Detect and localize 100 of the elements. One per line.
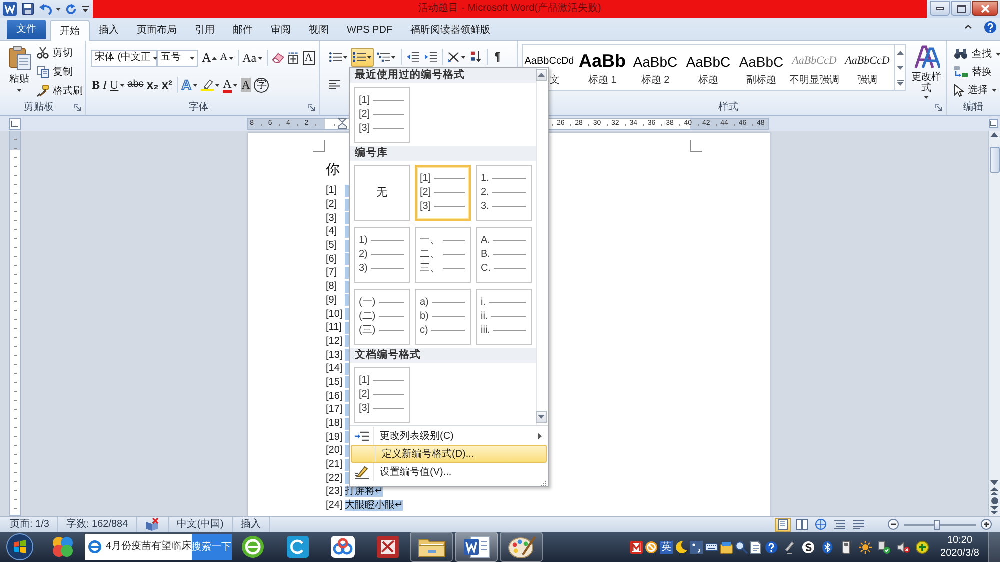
paste-button[interactable]: 粘贴 (6, 46, 33, 100)
prohibited-icon[interactable] (645, 540, 658, 554)
document-icon[interactable] (750, 540, 763, 554)
character-border-button[interactable]: A (302, 49, 316, 67)
clock-time[interactable]: 10:20 (947, 534, 973, 547)
ribbon-tab[interactable]: 邮件 (224, 20, 262, 40)
taskbar-button[interactable] (410, 532, 453, 562)
taskbar-button[interactable] (455, 532, 498, 562)
italic-button[interactable]: I (102, 76, 108, 94)
collapse-ribbon-icon[interactable] (965, 25, 972, 29)
scrollbar-thumb[interactable] (990, 147, 1000, 173)
style-preview[interactable]: AaBbCcD (845, 55, 890, 69)
ribbon-tab[interactable]: 视图 (300, 20, 338, 40)
zoom-in-icon[interactable] (981, 519, 992, 530)
sun-icon[interactable] (859, 540, 872, 554)
numbering-format-tile[interactable]: (一) (二) (三) (354, 289, 410, 345)
dialog-launcher-icon[interactable] (935, 104, 942, 111)
search-field[interactable]: 4月份疫苗有望临床 (85, 540, 192, 554)
dialog-launcher-icon[interactable] (74, 104, 81, 111)
pen-icon[interactable] (783, 540, 796, 554)
select-button[interactable]: 选择 (952, 81, 1000, 99)
ribbon-tab[interactable]: 审阅 (262, 20, 300, 40)
replace-button[interactable]: 替换 (952, 63, 1000, 81)
ribbon-tab[interactable]: WPS PDF (338, 20, 402, 40)
numbering-format-tile[interactable]: 1) 2) 3) (354, 227, 410, 283)
format-painter-button[interactable]: 格式刷 (35, 82, 85, 100)
style-name[interactable]: 标题 (698, 75, 718, 87)
ribbon-tab[interactable]: 页面布局 (128, 20, 186, 40)
search-button[interactable]: 搜索一下 (192, 534, 232, 560)
s-circle-icon[interactable] (802, 540, 815, 554)
numbering-button[interactable] (351, 48, 374, 66)
close-button[interactable] (972, 1, 998, 16)
scroll-up-button[interactable] (536, 69, 547, 81)
change-styles-button[interactable]: 更改样式 (907, 44, 946, 100)
customize-icon[interactable] (82, 6, 89, 12)
magnifier-icon[interactable] (735, 540, 748, 554)
cut-button[interactable]: 剪切 (35, 44, 85, 62)
bluetooth-icon[interactable] (821, 540, 834, 554)
moon-icon[interactable] (675, 540, 688, 554)
style-name[interactable]: 不明显强调 (790, 75, 840, 87)
browse-object-icon[interactable] (990, 497, 998, 505)
style-name[interactable]: 标题 1 (588, 75, 617, 87)
style-preview[interactable]: AaBbC (633, 54, 678, 70)
ribbon-tab[interactable]: 插入 (90, 20, 128, 40)
font-name-field[interactable]: 宋体 (中文正 (91, 50, 157, 66)
muted-speaker-icon[interactable] (897, 540, 910, 554)
zoom-out-icon[interactable] (888, 519, 899, 530)
numbering-format-tile[interactable]: i. ii. iii. (476, 289, 532, 345)
numbering-format-tile[interactable]: 一、 二、 三、 (415, 227, 471, 283)
start-button[interactable] (6, 533, 34, 561)
save-icon[interactable] (22, 3, 34, 15)
bold-button[interactable]: B (91, 76, 102, 94)
outline-button[interactable] (832, 518, 848, 532)
usb-device-icon[interactable] (840, 540, 853, 554)
minimize-button[interactable] (930, 1, 950, 16)
shrink-font-button[interactable]: A (219, 49, 235, 67)
enclosed-character-button[interactable]: 字 (253, 76, 270, 94)
redo-icon[interactable] (66, 4, 77, 14)
help-icon[interactable] (765, 540, 778, 554)
punctuation-icon[interactable] (690, 540, 703, 554)
indent-marker-icon[interactable] (338, 118, 347, 129)
ruler-toggle-icon[interactable] (9, 118, 21, 130)
maximize-button[interactable] (951, 1, 971, 16)
ribbon-tab[interactable]: 福昕阅读器领鲜版 (402, 20, 500, 40)
ribbon-tab[interactable]: 开始 (50, 20, 90, 41)
draft-button[interactable] (851, 518, 867, 532)
ruler-view-icon[interactable] (989, 119, 998, 128)
zoom-slider-thumb[interactable] (934, 520, 940, 530)
ribbon-tab[interactable]: 引用 (186, 20, 224, 40)
print-layout-button[interactable] (775, 518, 791, 532)
taskbar-button[interactable] (500, 532, 543, 562)
toolbox-icon[interactable] (720, 540, 733, 554)
font-size-field[interactable]: 五号 (157, 50, 198, 66)
clock-date[interactable]: 2020/3/8 (940, 547, 980, 560)
numbering-format-tile[interactable]: [1] [2] [3] (415, 165, 471, 221)
character-shading-button[interactable]: A (240, 76, 252, 94)
style-preview[interactable]: AaBb (578, 51, 626, 73)
grow-font-button[interactable]: A (201, 49, 218, 67)
undo-icon[interactable] (39, 4, 52, 14)
numbering-format-tile[interactable]: 无 (354, 165, 410, 221)
underline-button[interactable]: U (109, 76, 126, 94)
help-icon[interactable] (984, 20, 997, 34)
file-tab[interactable]: 文件 (7, 20, 46, 39)
style-name[interactable]: 强调 (858, 75, 878, 87)
input-mode-indicator[interactable]: 英 (660, 540, 673, 554)
subscript-button[interactable]: x₂ (146, 76, 160, 94)
font-color-button[interactable]: A (222, 76, 239, 94)
plus-circle-icon[interactable] (916, 540, 929, 554)
scroll-down-icon[interactable] (990, 480, 999, 486)
copy-button[interactable]: 复制 (35, 63, 85, 81)
web-layout-button[interactable] (813, 518, 829, 532)
style-name[interactable]: 副标题 (746, 75, 776, 87)
menu-item[interactable]: 设置编号值(V)... (350, 463, 548, 481)
style-name[interactable]: 标题 2 (641, 75, 670, 87)
full-screen-reading-button[interactable] (794, 518, 810, 532)
find-button[interactable]: 查找 (952, 45, 1000, 63)
zigzag-tile-icon[interactable] (630, 540, 643, 554)
numbering-format-tile[interactable]: a) b) c) (415, 289, 471, 345)
spellcheck-icon[interactable] (145, 518, 160, 531)
style-preview[interactable]: AaBbC (739, 54, 784, 70)
